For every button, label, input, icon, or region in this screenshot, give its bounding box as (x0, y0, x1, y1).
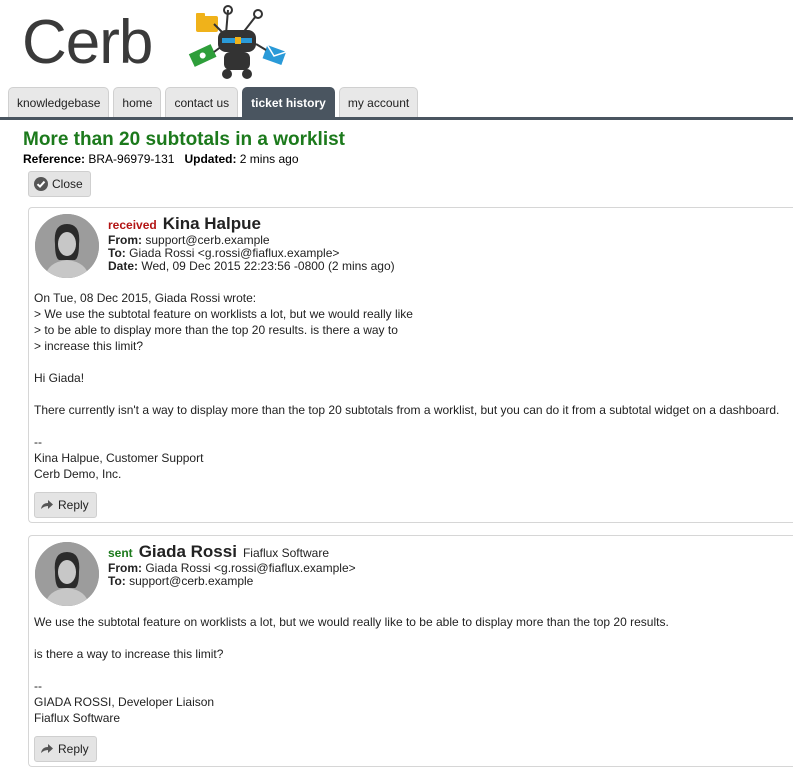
reference-label: Reference: (23, 152, 86, 166)
ticket-title: More than 20 subtotals in a worklist (23, 129, 346, 150)
sender-name: Kina Halpue (162, 214, 261, 233)
reference-value: BRA-96979-131 (88, 152, 175, 166)
updated-label: Updated: (184, 152, 237, 166)
reply-button[interactable]: Reply (34, 492, 97, 518)
main-nav: knowledgebase home contact us ticket his… (8, 87, 419, 117)
reply-arrow-icon (41, 500, 53, 509)
reply-button-label: Reply (58, 498, 89, 512)
message-body: We use the subtotal feature on worklists… (34, 615, 669, 725)
cerb-logo[interactable]: Cerb (22, 4, 287, 82)
tab-home[interactable]: home (113, 87, 162, 117)
sender-name: Giada Rossi (138, 542, 237, 561)
date-row: Date: Wed, 09 Dec 2015 22:23:56 -0800 (2… (108, 259, 395, 273)
status-badge: received (108, 218, 157, 232)
updated-value: 2 mins ago (239, 152, 299, 166)
date-value: Wed, 09 Dec 2015 22:23:56 -0800 (2 mins … (141, 259, 395, 273)
reply-arrow-icon (41, 744, 53, 753)
person-silhouette-icon (35, 214, 99, 278)
message-header: sent Giada Rossi Fiaflux Software From: … (108, 542, 356, 588)
from-value: support@cerb.example (145, 233, 270, 247)
tab-ticket-history[interactable]: ticket history (242, 87, 335, 117)
message-header: received Kina Halpue From: support@cerb.… (108, 214, 395, 273)
logo-text: Cerb (22, 8, 153, 77)
close-button[interactable]: Close (28, 171, 91, 197)
ticket-meta: Reference: BRA-96979-131 Updated: 2 mins… (23, 152, 299, 166)
check-circle-icon (34, 177, 48, 191)
reply-button[interactable]: Reply (34, 736, 97, 762)
status-badge: sent (108, 546, 133, 560)
to-value: Giada Rossi <g.rossi@fiaflux.example> (129, 246, 340, 260)
sender-org: Fiaflux Software (242, 546, 329, 560)
to-row: To: support@cerb.example (108, 574, 254, 588)
to-value: support@cerb.example (129, 574, 254, 588)
avatar (35, 214, 99, 278)
message-body: On Tue, 08 Dec 2015, Giada Rossi wrote: … (34, 291, 780, 481)
message-received: received Kina Halpue From: support@cerb.… (28, 207, 793, 523)
tab-my-account[interactable]: my account (338, 87, 419, 117)
tab-contact-us[interactable]: contact us (165, 87, 239, 117)
avatar (35, 542, 99, 606)
close-button-label: Close (52, 177, 83, 191)
from-value: Giada Rossi <g.rossi@fiaflux.example> (145, 561, 356, 575)
message-sent: sent Giada Rossi Fiaflux Software From: … (28, 535, 793, 767)
reply-button-label: Reply (58, 742, 89, 756)
robot-mascot-icon (188, 5, 287, 79)
nav-divider (0, 117, 793, 120)
tab-knowledgebase[interactable]: knowledgebase (8, 87, 110, 117)
person-silhouette-icon (35, 542, 99, 606)
